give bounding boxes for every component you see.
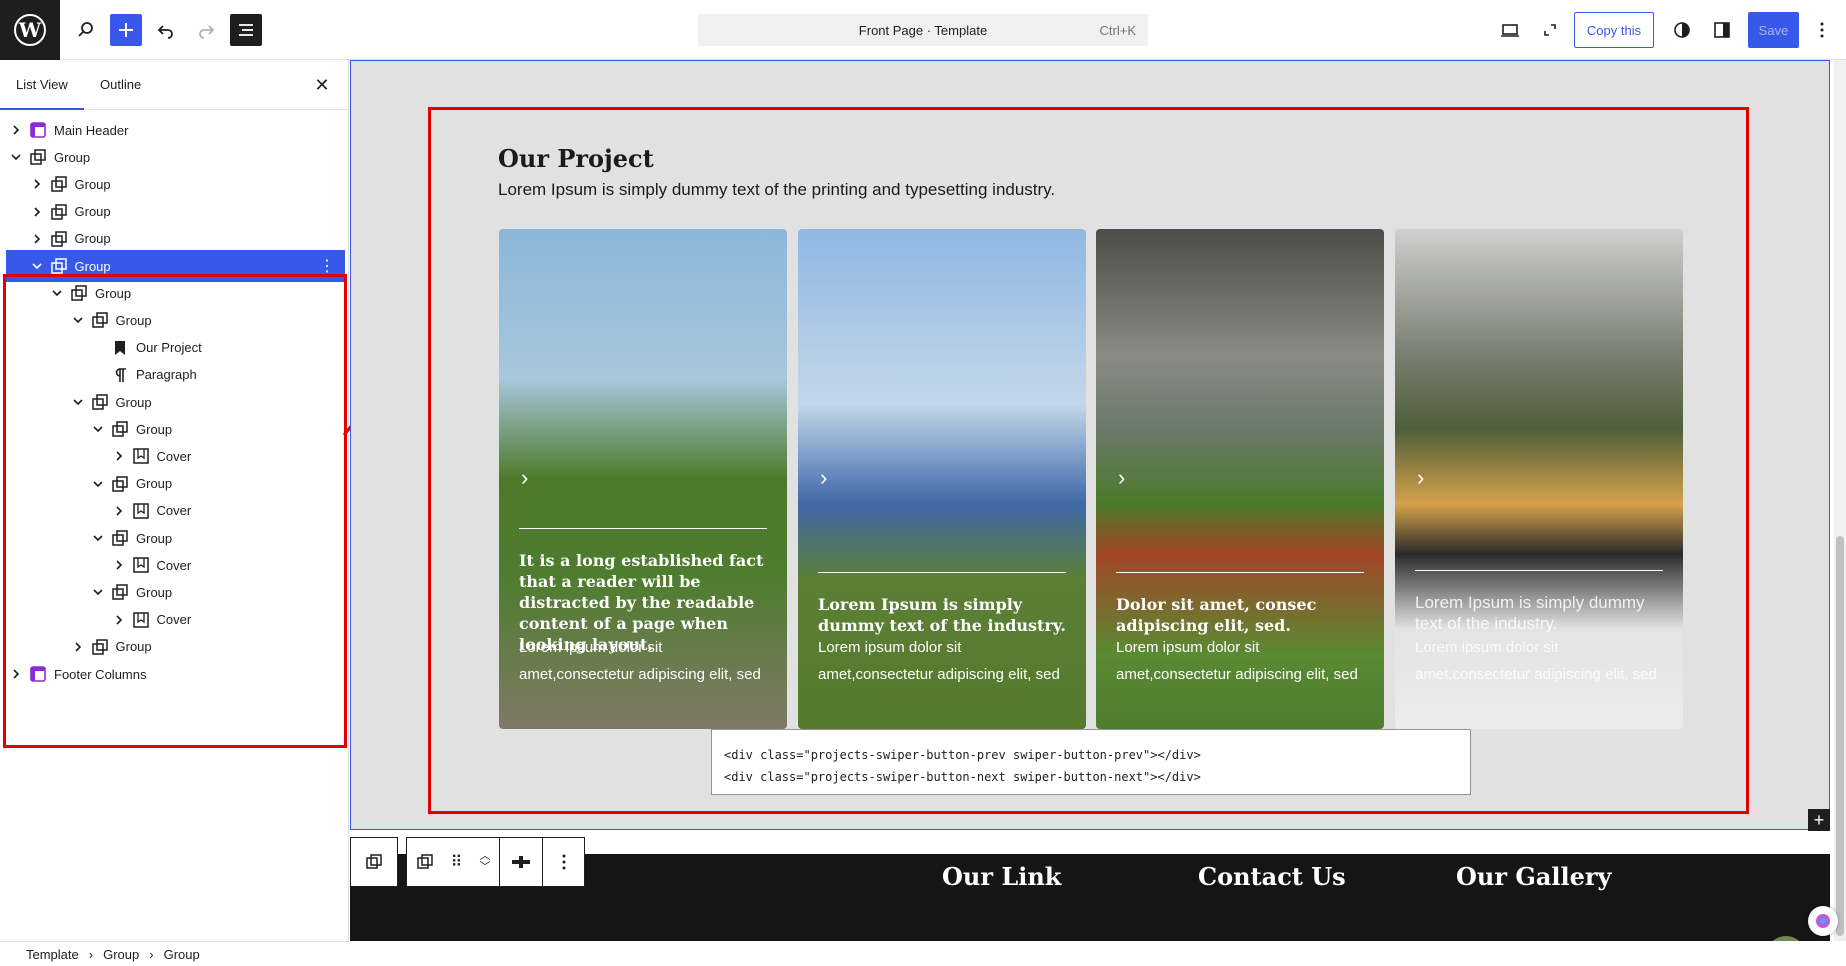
group-icon <box>49 174 69 194</box>
project-card[interactable]: › Lorem Ipsum is simply dummy text of th… <box>1395 229 1683 729</box>
chevron-right-icon[interactable]: › <box>1417 465 1424 491</box>
list-view-item-label: Group <box>74 204 111 220</box>
block-toolbar: ⠿ ︿ ﹀ <box>350 837 610 887</box>
list-view-item-label: Group <box>74 231 111 247</box>
assistant-icon[interactable] <box>1808 906 1838 936</box>
footer-heading: Our Gallery <box>1456 862 1612 891</box>
group-icon[interactable] <box>416 853 434 871</box>
undo-icon[interactable] <box>150 14 182 46</box>
site-frame: Our Project Lorem Ipsum is simply dummy … <box>350 60 1830 831</box>
chevron-right-icon: › <box>88 946 94 962</box>
group-icon <box>28 147 48 167</box>
footer-heading: Our Link <box>942 862 1062 891</box>
card-title: Lorem Ipsum is simply dummy text of the … <box>818 595 1066 635</box>
list-view-item-label: Group <box>74 258 111 274</box>
align-icon[interactable] <box>499 837 543 887</box>
editor-canvas: Our Project Lorem Ipsum is simply dummy … <box>350 60 1830 941</box>
code-line: <div class="projects-swiper-button-prev … <box>724 748 1201 762</box>
card-divider <box>519 528 767 529</box>
chevron-right-icon[interactable]: › <box>521 465 528 491</box>
styles-contrast-icon[interactable] <box>1666 14 1698 46</box>
block-options-icon[interactable] <box>542 837 585 887</box>
project-card[interactable]: › Dolor sit amet, consec adipiscing elit… <box>1096 229 1384 729</box>
fullscreen-icon[interactable] <box>1534 14 1566 46</box>
document-overview-icon[interactable] <box>230 14 262 46</box>
chevron-right-icon: › <box>149 946 154 962</box>
template-title: Front Page · Template <box>858 22 988 38</box>
canvas-scrollbar[interactable] <box>1834 60 1846 941</box>
section-title[interactable]: Our Project <box>498 144 654 173</box>
card-text: Lorem ipsum dolor sit amet,consectetur a… <box>1415 639 1657 683</box>
more-options-icon[interactable] <box>1806 14 1838 46</box>
card-divider <box>1415 570 1663 571</box>
project-card[interactable]: › It is a long established fact that a r… <box>499 229 787 729</box>
redo-icon[interactable] <box>190 14 222 46</box>
chevron-right-icon[interactable] <box>8 122 24 138</box>
card-title: Lorem Ipsum is simply dummy text of the … <box>1415 593 1645 633</box>
svg-text:W: W <box>18 18 42 42</box>
chevron-right-icon[interactable] <box>29 231 45 247</box>
chevron-right-icon[interactable] <box>29 176 45 192</box>
move-arrows-icon[interactable]: ︿ ﹀ <box>479 851 490 873</box>
group-icon <box>49 229 69 249</box>
tab-list-view[interactable]: List View <box>0 60 84 110</box>
list-view-item-label: Main Header <box>54 122 129 138</box>
block-switcher[interactable]: ⠿ ︿ ﹀ <box>406 837 500 887</box>
command-shortcut: Ctrl+K <box>1099 22 1136 38</box>
list-view-item-label: Group <box>74 176 111 192</box>
save-button[interactable]: Save <box>1748 12 1799 48</box>
search-icon[interactable] <box>70 14 102 46</box>
highlight-box-list <box>3 274 347 748</box>
chevron-right-icon[interactable] <box>29 204 45 220</box>
card-divider <box>1116 572 1364 573</box>
close-icon[interactable]: ✕ <box>310 73 334 97</box>
tab-outline[interactable]: Outline <box>84 60 157 110</box>
breadcrumb: Template › Group › Group <box>0 941 349 966</box>
card-title: Dolor sit amet, consec adipiscing elit, … <box>1116 595 1317 635</box>
chevron-right-icon[interactable]: › <box>820 465 827 491</box>
project-card[interactable]: › Lorem Ipsum is simply dummy text of th… <box>798 229 1086 729</box>
scrollbar-thumb[interactable] <box>1836 536 1844 936</box>
breadcrumb-item[interactable]: Group <box>164 947 200 962</box>
group-icon <box>49 202 69 222</box>
footer-heading: Contact Us <box>1198 862 1346 891</box>
list-view-item-label: Group <box>54 149 91 165</box>
top-toolbar: W Front Page · Template Ctrl+K Copy this… <box>0 0 1846 60</box>
chevron-down-icon[interactable] <box>29 258 45 274</box>
drag-handle-icon[interactable]: ⠿ <box>451 852 463 872</box>
desktop-view-icon[interactable] <box>1494 14 1526 46</box>
settings-sidebar-icon[interactable] <box>1706 14 1738 46</box>
section-subtitle[interactable]: Lorem Ipsum is simply dummy text of the … <box>498 180 1055 200</box>
card-text: Lorem ipsum dolor sit amet,consectetur a… <box>818 639 1060 683</box>
card-text: Lorem ipsum dolor sit amet,consectetur a… <box>1116 639 1358 683</box>
item-options-icon[interactable]: ⋮ <box>319 256 335 276</box>
card-text: Lorem ipsum dolor sit amet,consectetur a… <box>519 639 761 683</box>
custom-html-block[interactable]: <div class="projects-swiper-button-prev … <box>711 729 1471 795</box>
copy-this-button[interactable]: Copy this <box>1574 12 1654 48</box>
wordpress-logo-icon[interactable]: W <box>0 0 60 60</box>
scroll-top-button[interactable] <box>1766 936 1806 941</box>
add-block-button[interactable] <box>110 14 142 46</box>
card-divider <box>818 572 1066 573</box>
template-part-icon <box>28 120 48 140</box>
parent-block-icon[interactable] <box>350 837 398 887</box>
add-block-icon[interactable]: + <box>1808 809 1830 831</box>
chevron-right-icon[interactable]: › <box>1118 465 1125 491</box>
breadcrumb-item[interactable]: Group <box>103 947 139 962</box>
sidebar-tabs: List View Outline ✕ <box>0 60 348 110</box>
group-icon <box>49 256 69 276</box>
code-line: <div class="projects-swiper-button-next … <box>724 770 1201 784</box>
breadcrumb-item[interactable]: Template <box>26 947 79 962</box>
command-palette-bar[interactable]: Front Page · Template Ctrl+K <box>698 14 1148 46</box>
chevron-down-icon[interactable] <box>8 149 24 165</box>
